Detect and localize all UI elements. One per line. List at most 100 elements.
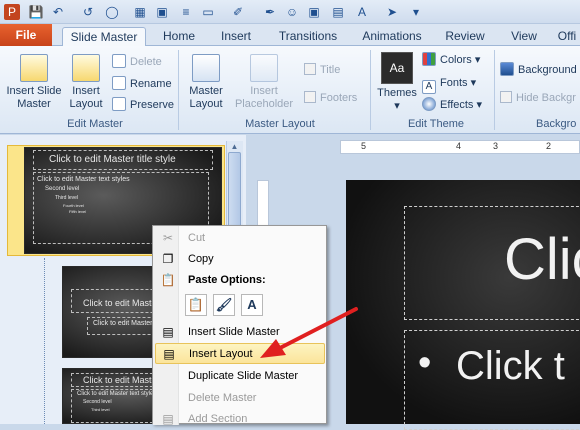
- colors-icon: [422, 52, 436, 66]
- menu-item-add-section[interactable]: ▤ Add Section: [155, 409, 325, 430]
- thumbnail-fifth-level: Fifth level: [69, 209, 87, 214]
- layout-connector-line: [44, 258, 45, 424]
- fonts-button[interactable]: A Fonts ▾: [422, 75, 477, 94]
- effects-dropdown-icon: ▾: [476, 99, 483, 111]
- tab-view[interactable]: View: [504, 27, 544, 46]
- ruler-mark: 2: [546, 141, 552, 151]
- insert-layout-label-1: Insert: [72, 85, 100, 97]
- annotation-arrow-icon: [260, 307, 358, 358]
- tab-animations[interactable]: Animations: [356, 27, 428, 46]
- group-separator: [494, 50, 495, 130]
- menu-item-add-section-label: Add Section: [188, 413, 248, 425]
- menu-item-delete-master[interactable]: Delete Master: [155, 388, 325, 409]
- tab-office[interactable]: Offi: [552, 27, 580, 46]
- tab-file[interactable]: File: [0, 24, 52, 46]
- customize-toolbar-icon[interactable]: ▾: [408, 4, 424, 20]
- footers-checkbox-label: Footers: [320, 92, 358, 104]
- group-label-edit-master: Edit Master: [67, 118, 123, 130]
- canvas-bullet-text: Click t: [456, 344, 565, 388]
- scroll-up-icon[interactable]: ▲: [228, 142, 241, 152]
- horizontal-ruler: 5 4 3 2: [340, 140, 580, 154]
- tab-insert[interactable]: Insert: [214, 27, 258, 46]
- background-styles-icon: [500, 62, 514, 76]
- menu-item-insert-layout-label: Insert Layout: [189, 348, 253, 360]
- thumbnail-second-level: Second level: [45, 186, 80, 192]
- title-checkbox-label: Title: [320, 64, 341, 76]
- scissors-icon: ✂: [162, 231, 174, 245]
- title-checkbox[interactable]: Title: [304, 62, 340, 79]
- hide-background-checkbox-box[interactable]: [500, 91, 512, 103]
- preserve-icon: [112, 97, 126, 111]
- canvas-bullet-icon: •: [418, 342, 432, 384]
- spelling-icon[interactable]: ≡: [178, 4, 194, 20]
- fonts-dropdown-icon: ▾: [470, 77, 477, 89]
- redo-icon[interactable]: ↺: [80, 4, 96, 20]
- crop-icon[interactable]: ▣: [306, 4, 322, 20]
- themes-label: Themes: [377, 87, 417, 99]
- ribbon-tabs: Slide Master Home Insert Transitions Ani…: [0, 24, 580, 46]
- fonts-label: Fonts: [440, 77, 468, 89]
- colors-dropdown-icon: ▾: [474, 54, 481, 66]
- menu-item-duplicate-slide-master[interactable]: Duplicate Slide Master: [155, 366, 325, 387]
- table-icon[interactable]: ▦: [132, 4, 148, 20]
- tab-review[interactable]: Review: [440, 27, 490, 46]
- ruler-mark: 5: [361, 141, 367, 151]
- menu-item-paste-options: 📋 Paste Options:: [155, 270, 325, 291]
- contact-icon[interactable]: ☺: [284, 4, 300, 20]
- hide-background-checkbox[interactable]: Hide Backgr: [500, 90, 576, 107]
- picture-icon[interactable]: ▣: [154, 4, 170, 20]
- master-layout-button[interactable]: Master Layout: [184, 54, 228, 111]
- thumbnail-master-text: Click to edit Master text styles: [37, 176, 130, 183]
- effects-icon: [422, 97, 436, 111]
- footers-checkbox[interactable]: Footers: [304, 90, 357, 107]
- paste-keep-source-formatting-icon[interactable]: 🖌: [213, 294, 235, 316]
- menu-item-delete-master-label: Delete Master: [188, 392, 257, 404]
- paste-options-label: Paste Options:: [188, 274, 266, 286]
- undo-icon[interactable]: ↶: [50, 4, 66, 20]
- background-styles-button[interactable]: Background: [500, 62, 577, 79]
- tab-home[interactable]: Home: [158, 27, 200, 46]
- menu-item-cut[interactable]: ✂ Cut: [155, 228, 325, 249]
- insert-placeholder-button[interactable]: Insert Placeholder: [230, 54, 298, 111]
- repeat-icon[interactable]: ◯: [104, 4, 120, 20]
- insert-layout-button[interactable]: Insert Layout: [64, 54, 108, 111]
- arrow-shaft: [276, 307, 358, 351]
- ribbon: Insert Slide Master Insert Layout Delete…: [0, 46, 580, 134]
- eyedropper-icon[interactable]: ✒: [262, 4, 278, 20]
- add-section-icon: ▤: [162, 412, 174, 426]
- delete-label: Delete: [130, 56, 162, 68]
- hide-background-label: Hide Backgr: [516, 92, 576, 104]
- ruler-mark: 4: [456, 141, 462, 151]
- group-separator: [178, 50, 179, 130]
- format-painter-icon[interactable]: ✐: [230, 4, 246, 20]
- effects-label: Effects: [440, 99, 474, 111]
- layout3-thumbnail-title-text: Click to edit Master: [83, 375, 160, 385]
- menu-item-copy[interactable]: ❐ Copy: [155, 249, 325, 270]
- group-separator: [370, 50, 371, 130]
- tab-slide-master[interactable]: Slide Master: [62, 27, 146, 46]
- delete-button[interactable]: Delete: [112, 54, 162, 71]
- preserve-button[interactable]: Preserve: [112, 97, 174, 114]
- paste-use-destination-theme-icon[interactable]: 📋: [185, 294, 207, 316]
- powerpoint-logo-icon[interactable]: P: [4, 4, 20, 20]
- font-color-icon[interactable]: A: [354, 4, 370, 20]
- group-label-master-layout: Master Layout: [245, 118, 315, 130]
- tab-transitions[interactable]: Transitions: [272, 27, 344, 46]
- rename-button[interactable]: Rename: [112, 76, 172, 93]
- themes-button[interactable]: Aa Themes ▾: [374, 52, 420, 113]
- forward-icon[interactable]: ➤: [384, 4, 400, 20]
- layout3-master-text: Click to edit Master text styles: [77, 391, 157, 397]
- insert-layout-icon: ▤: [163, 347, 175, 361]
- slide-canvas[interactable]: Clic • Click t: [346, 180, 580, 430]
- footers-checkbox-box[interactable]: [304, 91, 316, 103]
- menu-item-copy-label: Copy: [188, 253, 214, 265]
- colors-button[interactable]: Colors ▾: [422, 52, 480, 69]
- rename-label: Rename: [130, 78, 172, 90]
- shapes-icon[interactable]: ▭: [200, 4, 216, 20]
- save-icon[interactable]: 💾: [28, 4, 44, 20]
- effects-button[interactable]: Effects ▾: [422, 97, 482, 114]
- insert-slide-master-button[interactable]: Insert Slide Master: [2, 54, 66, 111]
- layout-icon[interactable]: ▤: [330, 4, 346, 20]
- layout3-second-level: Second level: [83, 399, 112, 405]
- title-checkbox-box[interactable]: [304, 63, 316, 75]
